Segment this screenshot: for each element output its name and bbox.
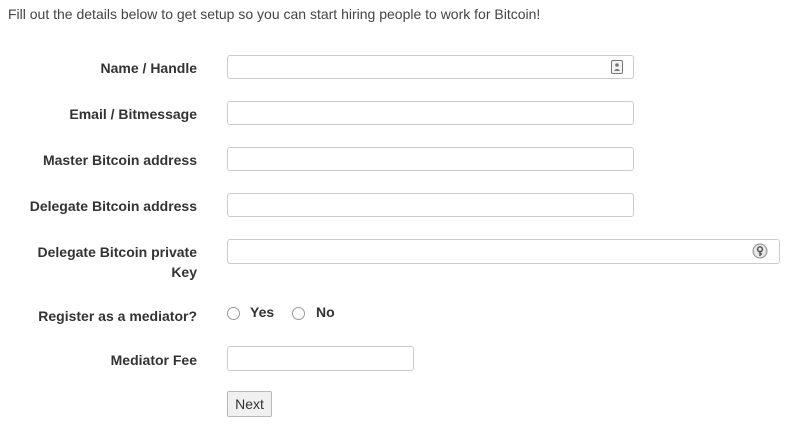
- mediator-no-radio[interactable]: [292, 307, 305, 320]
- next-button[interactable]: Next: [227, 391, 272, 417]
- delegate-key-label-line1: Delegate Bitcoin private: [37, 244, 198, 260]
- delegate-address-input[interactable]: [227, 193, 634, 217]
- contact-card-icon[interactable]: [611, 60, 623, 74]
- name-label: Name / Handle: [100, 60, 197, 76]
- delegate-key-input[interactable]: [227, 239, 780, 264]
- mediator-fee-label: Mediator Fee: [110, 352, 197, 368]
- intro-text: Fill out the details below to get setup …: [8, 6, 541, 22]
- name-input[interactable]: [227, 55, 634, 79]
- mediator-yes-radio[interactable]: [227, 307, 240, 320]
- key-icon[interactable]: [752, 243, 768, 259]
- delegate-key-label: Delegate Bitcoin private Key: [38, 242, 198, 282]
- email-label: Email / Bitmessage: [69, 106, 197, 122]
- mediator-yes-label[interactable]: Yes: [250, 302, 274, 322]
- mediator-no-label[interactable]: No: [316, 302, 335, 322]
- mediator-fee-input[interactable]: [227, 346, 414, 371]
- email-input[interactable]: [227, 101, 634, 125]
- mediator-label: Register as a mediator?: [38, 308, 197, 324]
- delegate-key-label-line2: Key: [171, 264, 197, 280]
- delegate-address-label: Delegate Bitcoin address: [29, 198, 197, 214]
- master-address-input[interactable]: [227, 147, 634, 171]
- master-address-label: Master Bitcoin address: [42, 152, 197, 168]
